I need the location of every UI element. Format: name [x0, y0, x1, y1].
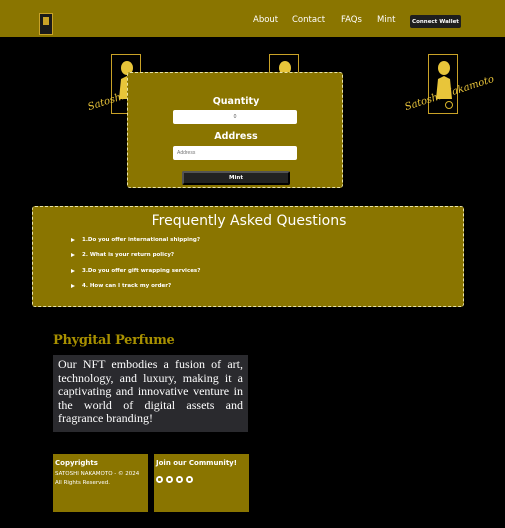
- faq-question: 4. How can I track my order?: [82, 283, 172, 289]
- linkedin-icon[interactable]: [186, 476, 193, 483]
- perfume-heading: Phygital Perfume: [53, 333, 175, 348]
- quantity-label: Quantity: [212, 96, 260, 107]
- faq-panel: Frequently Asked Questions 1.Do you offe…: [32, 206, 464, 307]
- copyright-title: Copyrights: [55, 459, 98, 467]
- caret-right-icon: [71, 283, 75, 288]
- caret-right-icon: [71, 268, 75, 273]
- faq-title: Frequently Asked Questions: [151, 213, 347, 229]
- nav-faqs-link[interactable]: FAQs: [341, 15, 362, 25]
- copyright-text: SATOSHI NAKAMOTO - © 2024 All Rights Res…: [55, 471, 140, 486]
- faq-item[interactable]: 1.Do you offer international shipping?: [71, 237, 200, 243]
- top-navbar: About Contact FAQs Mint Connect Wallet: [0, 0, 505, 37]
- address-input[interactable]: [173, 146, 297, 160]
- faq-item[interactable]: 3.Do you offer gift wrapping services?: [71, 268, 200, 274]
- faq-question: 3.Do you offer gift wrapping services?: [82, 268, 201, 274]
- community-title: Join our Community!: [156, 459, 237, 467]
- copyright-card: Copyrights SATOSHI NAKAMOTO - © 2024 All…: [53, 454, 148, 512]
- brand-logo[interactable]: [39, 13, 53, 35]
- faq-question: 1.Do you offer international shipping?: [82, 237, 201, 243]
- perfume-description: Our NFT embodies a fusion of art, techno…: [58, 357, 243, 425]
- caret-right-icon: [71, 252, 75, 257]
- twitter-icon[interactable]: [176, 476, 183, 483]
- social-links: [156, 476, 193, 483]
- facebook-icon[interactable]: [156, 476, 163, 483]
- mint-button[interactable]: Mint: [182, 171, 290, 185]
- address-label: Address: [214, 131, 258, 142]
- instagram-icon[interactable]: [166, 476, 173, 483]
- quantity-input[interactable]: [173, 110, 297, 124]
- caret-right-icon: [71, 237, 75, 242]
- faq-question: 2. What is your return policy?: [82, 252, 175, 258]
- portrait-image: [428, 54, 458, 114]
- mint-panel: Quantity Address Mint: [127, 72, 343, 188]
- community-card: Join our Community!: [154, 454, 249, 512]
- perfume-description-box: Our NFT embodies a fusion of art, techno…: [53, 355, 248, 432]
- connect-wallet-button[interactable]: Connect Wallet: [410, 15, 461, 28]
- faq-item[interactable]: 2. What is your return policy?: [71, 252, 174, 258]
- nav-mint-link[interactable]: Mint: [377, 15, 395, 25]
- nav-about-link[interactable]: About: [253, 15, 278, 25]
- nav-contact-link[interactable]: Contact: [292, 15, 325, 25]
- faq-item[interactable]: 4. How can I track my order?: [71, 283, 171, 289]
